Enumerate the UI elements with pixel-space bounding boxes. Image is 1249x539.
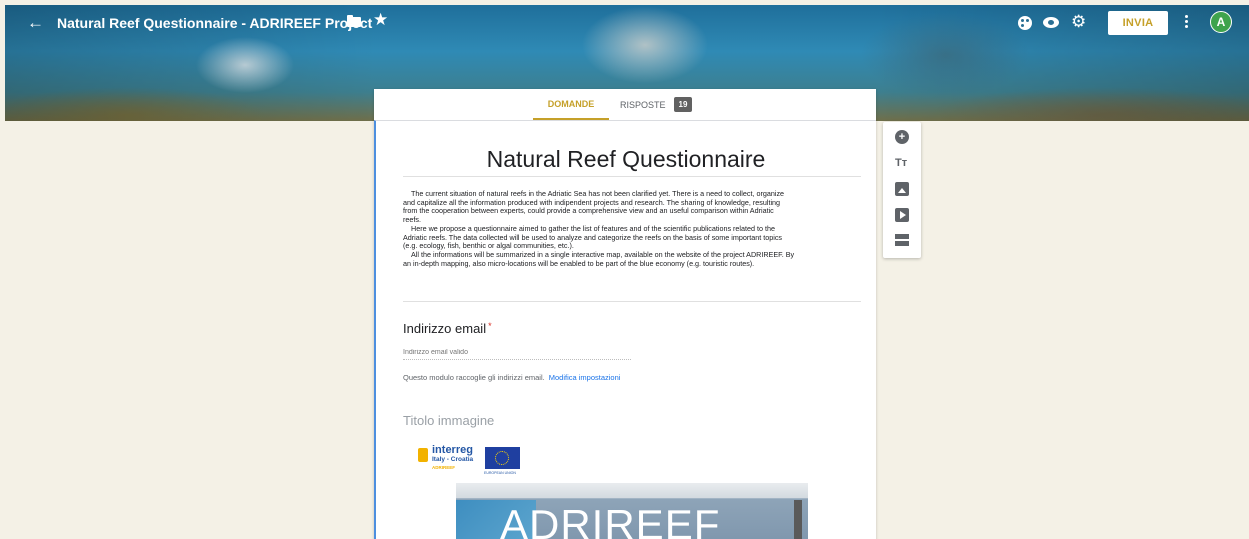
tab-questions[interactable]: DOMANDE (533, 89, 609, 120)
title-divider (403, 176, 861, 177)
form-document-title[interactable]: Natural Reef Questionnaire - ADRIREEF Pr… (57, 15, 372, 31)
logo-project-text: ADRIREEF (432, 465, 456, 470)
email-question-label: Indirizzo email * (403, 321, 492, 336)
settings-link[interactable]: Modifica impostazioni (549, 373, 621, 382)
folder-icon[interactable] (347, 15, 361, 27)
email-label-text: Indirizzo email (403, 321, 487, 336)
logo-mark-icon (418, 448, 428, 462)
gear-icon[interactable]: ⚙ (1071, 12, 1086, 32)
tab-responses-label: RISPOSTE (620, 99, 666, 110)
send-button[interactable]: INVIA (1108, 11, 1168, 35)
avatar[interactable]: A (1210, 11, 1232, 33)
eye-icon[interactable] (1043, 17, 1059, 28)
more-vert-icon[interactable] (1185, 14, 1189, 32)
add-section-icon[interactable] (895, 234, 909, 248)
required-marker: * (488, 321, 492, 331)
interreg-logo: interreg Italy - Croatia ADRIREEF EUROPE… (418, 442, 530, 482)
email-note-text: Questo modulo raccoglie gli indirizzi em… (403, 373, 545, 382)
add-image-icon[interactable] (895, 182, 909, 196)
eu-caption: EUROPEAN UNION (484, 471, 516, 475)
top-app-bar: ← Natural Reef Questionnaire - ADRIREEF … (5, 5, 1249, 41)
form-editor-card: DOMANDE RISPOSTE 19 Natural Reef Questio… (374, 89, 876, 539)
add-video-icon[interactable] (895, 208, 909, 222)
form-description[interactable]: The current situation of natural reefs i… (403, 189, 863, 268)
question-toolbar: + Tт (883, 122, 921, 258)
adrireef-banner-image[interactable]: ADRIREEF (456, 483, 808, 539)
responses-count-badge: 19 (673, 97, 693, 112)
logo-interreg-text: interreg (432, 444, 473, 456)
email-field[interactable] (403, 346, 631, 360)
add-question-icon[interactable]: + (895, 130, 909, 144)
tab-responses[interactable]: RISPOSTE 19 (620, 89, 693, 120)
add-title-icon[interactable]: Tт (895, 156, 909, 170)
back-arrow-icon[interactable]: ← (27, 13, 44, 33)
palette-icon[interactable] (1018, 16, 1032, 30)
editor-tabs: DOMANDE RISPOSTE 19 (374, 89, 876, 120)
description-divider (403, 301, 861, 302)
star-icon[interactable]: ★ (373, 10, 388, 30)
email-collection-note: Questo modulo raccoglie gli indirizzi em… (403, 373, 620, 382)
adrireef-banner-text: ADRIREEF (500, 501, 721, 539)
image-title-field[interactable]: Titolo immagine (403, 413, 494, 428)
logo-region-text: Italy - Croatia (432, 456, 474, 463)
form-content: Natural Reef Questionnaire The current s… (374, 120, 876, 539)
eu-flag-icon (485, 447, 520, 469)
form-title[interactable]: Natural Reef Questionnaire (376, 146, 876, 173)
